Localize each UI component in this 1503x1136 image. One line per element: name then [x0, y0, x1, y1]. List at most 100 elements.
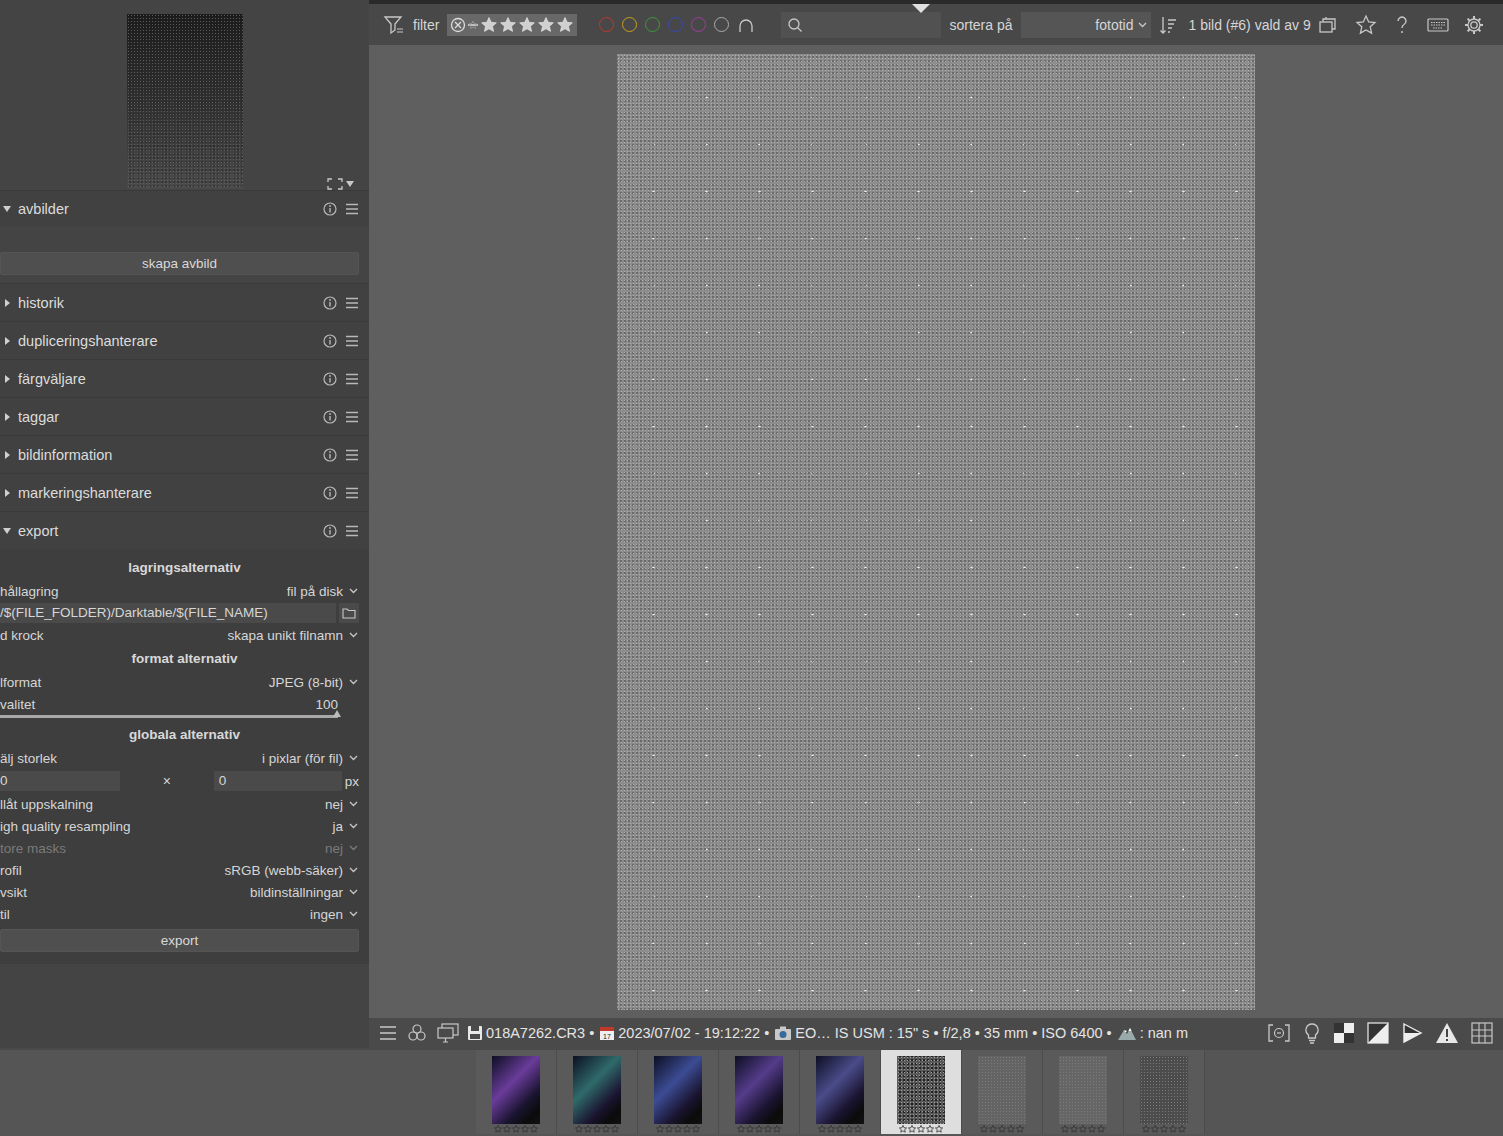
- module-header[interactable]: taggar: [0, 397, 369, 435]
- presets-menu-icon[interactable]: [345, 203, 359, 215]
- search-field[interactable]: [781, 12, 941, 38]
- star-icon[interactable]: [512, 1125, 520, 1133]
- folder-button[interactable]: [339, 603, 359, 623]
- expand-toggle[interactable]: [0, 489, 14, 497]
- grouping-icon[interactable]: [1319, 17, 1339, 33]
- filmstrip-thumbnail[interactable]: [719, 1050, 800, 1134]
- chevron-down-icon[interactable]: [347, 911, 359, 917]
- presets-menu-icon[interactable]: [345, 449, 359, 461]
- star-icon[interactable]: [584, 1125, 592, 1133]
- second-window-icon[interactable]: [437, 1023, 459, 1043]
- filmstrip-thumbnail[interactable]: [638, 1050, 719, 1134]
- star-icon[interactable]: [989, 1125, 997, 1133]
- star-icon[interactable]: [575, 1125, 583, 1133]
- slider-track[interactable]: [0, 715, 338, 718]
- star-icon[interactable]: [537, 16, 555, 34]
- info-icon[interactable]: [323, 524, 337, 538]
- info-icon[interactable]: [323, 202, 337, 216]
- expand-toggle[interactable]: [0, 413, 14, 421]
- star-icon[interactable]: [926, 1125, 934, 1133]
- star-icon[interactable]: [845, 1125, 853, 1133]
- star-icon[interactable]: [1151, 1125, 1159, 1133]
- star-icon[interactable]: [1178, 1125, 1186, 1133]
- star-icon[interactable]: [998, 1125, 1006, 1133]
- filmstrip-thumbnail[interactable]: [557, 1050, 638, 1134]
- filmstrip-thumbnail[interactable]: [800, 1050, 881, 1134]
- width-field[interactable]: 0: [0, 771, 120, 791]
- chevron-down-icon[interactable]: [347, 823, 359, 829]
- snapshot-button[interactable]: skapa avbild: [0, 252, 359, 275]
- export-button[interactable]: export: [0, 929, 359, 952]
- info-icon[interactable]: [323, 448, 337, 462]
- clipping-icon[interactable]: [1333, 1022, 1355, 1044]
- gear-icon[interactable]: [1463, 14, 1485, 36]
- dropdown-row[interactable]: lformatJPEG (8-bit): [0, 671, 359, 693]
- hamburger-icon[interactable]: [379, 1025, 397, 1041]
- info-icon[interactable]: [323, 372, 337, 386]
- star-icon[interactable]: [518, 16, 536, 34]
- star-icon[interactable]: [1088, 1125, 1096, 1133]
- star-icon[interactable]: [980, 1125, 988, 1133]
- star-icon[interactable]: [764, 1125, 772, 1133]
- presets-menu-icon[interactable]: [345, 335, 359, 347]
- star-icon[interactable]: [602, 1125, 610, 1133]
- star-icon[interactable]: [773, 1125, 781, 1133]
- chevron-down-icon[interactable]: [347, 679, 359, 685]
- dropdown-row[interactable]: hållagringfil på disk: [0, 580, 359, 602]
- star-icon[interactable]: [899, 1125, 907, 1133]
- dropdown-row[interactable]: tilingen: [0, 903, 359, 925]
- dropdown-row[interactable]: d krockskapa unikt filnamn: [0, 624, 359, 646]
- chevron-down-icon[interactable]: [347, 755, 359, 761]
- presets-menu-icon[interactable]: [345, 487, 359, 499]
- dropdown-row[interactable]: rofilsRGB (webb-säker): [0, 859, 359, 881]
- color-assessment-icon[interactable]: [407, 1023, 427, 1043]
- filmstrip-thumbnail[interactable]: [476, 1050, 557, 1134]
- color-label[interactable]: [599, 17, 614, 32]
- focus-peaking-icon[interactable]: [1267, 1023, 1291, 1043]
- color-label[interactable]: [622, 17, 637, 32]
- star-icon[interactable]: [854, 1125, 862, 1133]
- star-icon[interactable]: [827, 1125, 835, 1133]
- folder-icon[interactable]: [342, 607, 356, 619]
- expand-toggle[interactable]: [0, 528, 14, 534]
- sort-dropdown[interactable]: fototid: [1021, 12, 1151, 38]
- star-icon[interactable]: [1061, 1125, 1069, 1133]
- star-icon[interactable]: [1142, 1125, 1150, 1133]
- star-icon[interactable]: [683, 1125, 691, 1133]
- dropdown-row[interactable]: vsiktbildinställningar: [0, 881, 359, 903]
- star-icon[interactable]: [755, 1125, 763, 1133]
- dropdown-row[interactable]: älj storleki pixlar (för fil): [0, 747, 359, 769]
- star-icon[interactable]: [836, 1125, 844, 1133]
- star-icon[interactable]: [692, 1125, 700, 1133]
- info-icon[interactable]: [323, 334, 337, 348]
- expand-toggle[interactable]: [0, 299, 14, 307]
- star-icon[interactable]: [494, 1125, 502, 1133]
- presets-menu-icon[interactable]: [345, 373, 359, 385]
- softproof-icon[interactable]: [1367, 1022, 1389, 1044]
- module-header[interactable]: färgväljare: [0, 359, 369, 397]
- module-header[interactable]: bildinformation: [0, 435, 369, 473]
- color-label[interactable]: [668, 17, 683, 32]
- collapse-top-panel[interactable]: [912, 4, 930, 13]
- star-icon[interactable]: [908, 1125, 916, 1133]
- chevron-down-icon[interactable]: [347, 889, 359, 895]
- star-icon[interactable]: [674, 1125, 682, 1133]
- star-icon[interactable]: [1070, 1125, 1078, 1133]
- reject-rating-icon[interactable]: [467, 17, 479, 33]
- module-header[interactable]: avbilder: [0, 190, 369, 226]
- star-icon[interactable]: [503, 1125, 511, 1133]
- star-icon[interactable]: [1169, 1125, 1177, 1133]
- info-icon[interactable]: [323, 486, 337, 500]
- star-icon[interactable]: [1079, 1125, 1087, 1133]
- presets-menu-icon[interactable]: [345, 297, 359, 309]
- star-icon[interactable]: [656, 1125, 664, 1133]
- module-header[interactable]: markeringshanterare: [0, 473, 369, 511]
- star-icon[interactable]: [521, 1125, 529, 1133]
- star-icon[interactable]: [737, 1125, 745, 1133]
- module-header[interactable]: historik: [0, 283, 369, 321]
- gamut-check-icon[interactable]: [1401, 1022, 1423, 1044]
- overexposure-icon[interactable]: [1435, 1022, 1459, 1044]
- filmstrip-thumbnail[interactable]: [962, 1050, 1043, 1134]
- dropdown-row[interactable]: igh quality resamplingja: [0, 815, 359, 837]
- star-icon[interactable]: [556, 16, 574, 34]
